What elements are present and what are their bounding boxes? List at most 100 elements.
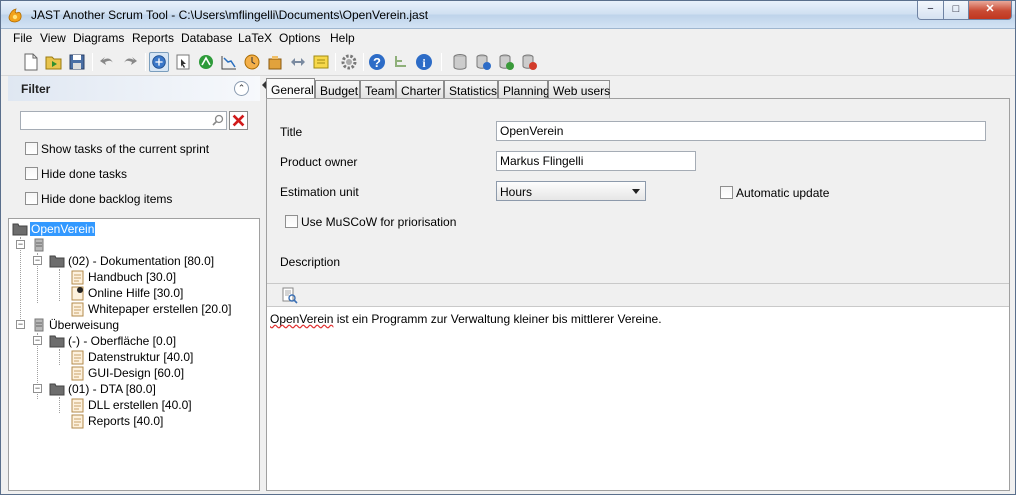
tab-team[interactable]: Team <box>360 80 396 99</box>
database-delete-icon[interactable] <box>519 52 539 72</box>
menu-latex[interactable]: LaTeX <box>238 31 272 45</box>
title-bar[interactable]: JAST Another Scrum Tool - C:\Users\mflin… <box>1 1 1015 29</box>
tree-label: (02) - Dokumentation [80.0] <box>68 254 215 268</box>
product-owner-input[interactable] <box>496 151 696 171</box>
redo-icon[interactable] <box>120 52 140 72</box>
task-icon <box>71 302 84 317</box>
menu-options[interactable]: Options <box>279 31 320 45</box>
tree-label: (01) - DTA [80.0] <box>68 382 156 396</box>
checkbox-box[interactable] <box>285 215 298 229</box>
tree-node-backlog-item[interactable]: − (-) - Oberfläche [0.0] <box>33 333 253 349</box>
title-label: Title <box>280 125 303 139</box>
task-icon <box>71 350 84 365</box>
task-icon <box>71 270 84 285</box>
tab-budget[interactable]: Budget <box>315 80 360 99</box>
filter-search-input[interactable] <box>20 111 227 130</box>
undo-icon[interactable] <box>97 52 117 72</box>
estimation-unit-value: Hours <box>500 185 533 199</box>
app-logo-icon <box>8 8 22 23</box>
database-connect-icon[interactable] <box>473 52 493 72</box>
checkbox-label: Automatic update <box>736 185 830 200</box>
menu-file[interactable]: File <box>13 31 32 45</box>
tree-node-sprint-2[interactable]: − Überweisung <box>12 317 172 333</box>
settings-gear-icon[interactable] <box>339 52 359 72</box>
note-icon[interactable] <box>311 52 331 72</box>
filter-header[interactable]: Filter ⌃ <box>8 76 260 101</box>
minimize-button[interactable]: − <box>917 1 944 20</box>
save-icon[interactable] <box>67 52 87 72</box>
title-input[interactable] <box>496 121 986 141</box>
search-icon[interactable] <box>211 113 225 127</box>
tab-statistics[interactable]: Statistics <box>444 80 498 99</box>
tree-node-task[interactable]: DLL erstellen [40.0] <box>57 397 247 413</box>
cursor-icon[interactable] <box>173 52 193 72</box>
task-icon <box>71 398 84 413</box>
sprint-icon[interactable] <box>196 52 216 72</box>
automatic-update-checkbox[interactable]: Automatic update <box>720 185 829 201</box>
open-folder-icon[interactable] <box>44 52 64 72</box>
transfer-icon[interactable] <box>288 52 308 72</box>
tree-node-backlog-item[interactable]: − (02) - Dokumentation [80.0] <box>33 253 253 269</box>
menu-help[interactable]: Help <box>330 31 355 45</box>
collapse-toggle[interactable]: − <box>16 240 25 249</box>
export-icon[interactable] <box>265 52 285 72</box>
description-editor[interactable]: OpenVerein ist ein Programm zur Verwaltu… <box>267 307 1009 490</box>
maximize-button[interactable]: □ <box>943 1 969 20</box>
misspelled-word: OpenVerein <box>270 312 334 326</box>
collapse-toggle[interactable]: − <box>33 384 42 393</box>
collapse-toggle[interactable]: − <box>33 256 42 265</box>
toolbar-separator <box>335 53 336 71</box>
tree-label: (-) - Oberfläche [0.0] <box>68 334 177 348</box>
menu-diagrams[interactable]: Diagrams <box>73 31 124 45</box>
tree-node-task[interactable]: Datenstruktur [40.0] <box>57 349 247 365</box>
muscow-checkbox[interactable]: Use MuSCoW for priorisation <box>285 214 456 230</box>
general-tab-content: Title Product owner Estimation unit Hour… <box>266 98 1010 491</box>
checkbox-box[interactable] <box>25 142 38 156</box>
tab-general[interactable]: General <box>266 78 315 99</box>
burndown-icon[interactable] <box>219 52 239 72</box>
database-sync-icon[interactable] <box>496 52 516 72</box>
select-mode-icon[interactable] <box>149 52 169 72</box>
new-file-icon[interactable] <box>21 52 41 72</box>
tree-node-task[interactable]: Whitepaper erstellen [20.0] <box>57 301 247 317</box>
collapse-filter-button[interactable]: ⌃ <box>234 81 249 96</box>
preview-document-icon[interactable] <box>281 287 299 305</box>
info-icon[interactable]: i <box>414 52 434 72</box>
collapse-toggle[interactable]: − <box>16 320 25 329</box>
tab-web-users[interactable]: Web users <box>548 80 610 99</box>
checkbox-label: Hide done tasks <box>41 166 128 181</box>
product-folder-icon <box>12 223 28 236</box>
backlog-item-icon <box>49 255 65 268</box>
tree-node-root[interactable]: OpenVerein <box>12 221 252 237</box>
tree-icon[interactable] <box>391 52 411 72</box>
tree-node-sprint-1[interactable]: − <box>12 237 72 253</box>
clear-filter-button[interactable] <box>229 111 248 130</box>
tree-node-backlog-item[interactable]: − (01) - DTA [80.0] <box>33 381 253 397</box>
tree-node-task[interactable]: Handbuch [30.0] <box>57 269 247 285</box>
checkbox-box[interactable] <box>25 167 38 181</box>
tree-label: OpenVerein <box>30 222 96 236</box>
menu-reports[interactable]: Reports <box>132 31 174 45</box>
clock-icon[interactable] <box>242 52 262 72</box>
close-button[interactable]: ✕ <box>968 1 1012 20</box>
hide-done-tasks-checkbox[interactable]: Hide done tasks <box>25 166 127 182</box>
estimation-unit-select[interactable]: Hours <box>496 181 646 201</box>
collapse-toggle[interactable]: − <box>33 336 42 345</box>
left-panel: Filter ⌃ Show tasks of the current sprin… <box>8 76 260 491</box>
show-current-sprint-checkbox[interactable]: Show tasks of the current sprint <box>25 141 209 157</box>
tree-label: Reports [40.0] <box>88 414 164 428</box>
tree-node-task[interactable]: Reports [40.0] <box>57 413 247 429</box>
tree-node-task[interactable]: GUI-Design [60.0] <box>57 365 247 381</box>
task-in-progress-icon <box>71 286 84 301</box>
menu-database[interactable]: Database <box>181 31 232 45</box>
checkbox-box[interactable] <box>720 186 733 200</box>
tree-node-task[interactable]: Online Hilfe [30.0] <box>57 285 247 301</box>
tab-planning[interactable]: Planning <box>498 80 550 99</box>
database-icon[interactable] <box>450 52 470 72</box>
help-icon[interactable]: ? <box>367 52 387 72</box>
hide-done-backlog-checkbox[interactable]: Hide done backlog items <box>25 191 172 207</box>
tab-charter[interactable]: Charter <box>396 80 444 99</box>
backlog-item-icon <box>49 335 65 348</box>
menu-view[interactable]: View <box>40 31 66 45</box>
checkbox-box[interactable] <box>25 192 38 206</box>
